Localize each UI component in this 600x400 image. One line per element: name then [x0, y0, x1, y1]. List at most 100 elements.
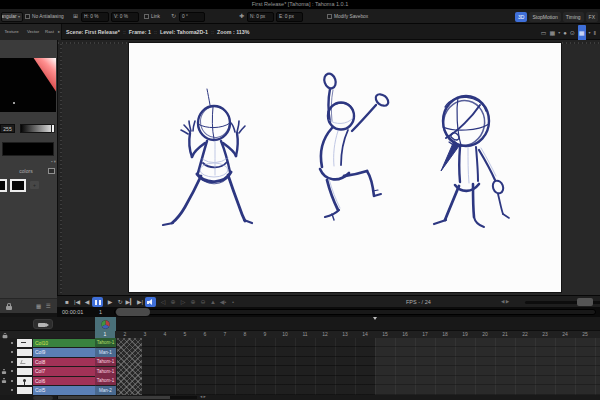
frame-number-21[interactable]: 21: [495, 331, 515, 338]
scale-v-field[interactable]: V: 0 %: [111, 12, 139, 22]
more-tabs-button[interactable]: ▸: [56, 24, 62, 40]
frame-number-17[interactable]: 17: [415, 331, 435, 338]
frame-number-23[interactable]: 23: [535, 331, 555, 338]
scale-h-field[interactable]: H: 0 %: [81, 12, 109, 22]
color-swatch-selected[interactable]: [10, 179, 26, 192]
frame-number-11[interactable]: 11: [295, 331, 315, 338]
column-name-bar[interactable]: Col8: [33, 358, 95, 367]
selection-type-dropdown[interactable]: ▾ Rectangular: [1, 12, 23, 22]
safe-area-icon[interactable]: ●: [563, 25, 567, 41]
table-icon[interactable]: ▦: [549, 25, 555, 41]
frame-number-18[interactable]: 18: [435, 331, 455, 338]
locator-icon[interactable]: ◀•: [218, 297, 228, 307]
value-slider[interactable]: [20, 124, 55, 133]
color-picker-square[interactable]: [0, 58, 56, 112]
value-field[interactable]: 255: [0, 124, 15, 133]
column-name-bar[interactable]: Col9: [33, 348, 95, 357]
rotation-field[interactable]: 0 °: [179, 12, 205, 22]
frame-number-13[interactable]: 13: [335, 331, 355, 338]
column-status-dot[interactable]: [11, 380, 13, 382]
first-frame-icon[interactable]: |◀: [72, 297, 82, 307]
loop-icon[interactable]: ↻: [115, 297, 125, 307]
level-cell[interactable]: Man-2: [95, 386, 116, 395]
freeze-icon[interactable]: ‖: [594, 25, 596, 41]
column-thumbnail[interactable]: [17, 387, 32, 395]
column-thumbnail[interactable]: [17, 368, 32, 376]
frame-number-5[interactable]: 5: [175, 331, 195, 338]
tab-vector[interactable]: Vector: [23, 24, 43, 40]
new-style-button[interactable]: +: [30, 181, 39, 189]
next-step-icon[interactable]: ▶▎: [125, 297, 135, 307]
link-checkbox[interactable]: [144, 14, 149, 19]
current-frame-cell[interactable]: [95, 317, 116, 331]
color-swatch[interactable]: [0, 179, 7, 192]
value-slider-handle[interactable]: [51, 124, 55, 133]
field-guide-icon[interactable]: ⊙: [570, 25, 575, 41]
camstand-view-icon[interactable]: ▦: [578, 25, 586, 41]
list-view-icon[interactable]: ☰: [46, 299, 51, 314]
level-cell[interactable]: Man-1: [95, 348, 116, 357]
frame-number-1[interactable]: 1: [95, 331, 115, 338]
column-name-bar[interactable]: Col7: [33, 367, 95, 376]
flip-y-icon[interactable]: ▷: [178, 297, 188, 307]
column-status-dot[interactable]: [11, 389, 13, 391]
frame-number-3[interactable]: 3: [135, 331, 155, 338]
histogram-icon[interactable]: ▲: [208, 297, 218, 307]
lock-icon[interactable]: [3, 332, 8, 338]
reset-view-icon[interactable]: ⊕: [168, 297, 178, 307]
room-tab-stopmotion[interactable]: StopMotion: [529, 12, 560, 22]
level-cell[interactable]: Tahom-1: [95, 357, 116, 366]
room-tab-timing[interactable]: Timing: [563, 12, 584, 22]
zoom-out-icon[interactable]: ⊖: [198, 297, 208, 307]
frame-number-25[interactable]: 25: [575, 331, 595, 338]
frame-number-2[interactable]: 2: [115, 331, 135, 338]
drawing-canvas[interactable]: [129, 43, 561, 292]
frame-number-10[interactable]: 10: [275, 331, 295, 338]
modify-savebox-checkbox[interactable]: [327, 14, 332, 19]
column-thumbnail[interactable]: [17, 339, 32, 347]
frame-number-22[interactable]: 22: [515, 331, 535, 338]
level-cell[interactable]: Tahom-1: [95, 338, 116, 347]
column-name-bar[interactable]: Col10: [33, 339, 95, 348]
frame-number-4[interactable]: 4: [155, 331, 175, 338]
flip-x-icon[interactable]: ◁: [158, 297, 168, 307]
column-status-dot[interactable]: [11, 351, 13, 353]
blank-frame-icon[interactable]: ■: [62, 297, 72, 307]
frame-number-8[interactable]: 8: [235, 331, 255, 338]
column-status-dot[interactable]: [11, 342, 13, 344]
scrollbar-arrows[interactable]: ◂ ▸: [200, 394, 206, 399]
play-icon[interactable]: ▶: [105, 297, 115, 307]
fps-slider-handle[interactable]: [577, 298, 593, 306]
options-icon[interactable]: •: [228, 297, 238, 307]
frame-slider-handle[interactable]: [116, 308, 150, 316]
tab-raster[interactable]: Rast: [43, 24, 56, 40]
frame-number-26[interactable]: 26: [595, 331, 600, 338]
viewer-panel[interactable]: [57, 40, 600, 295]
no-antialiasing-checkbox[interactable]: [25, 14, 30, 19]
column-name-bar[interactable]: Col5: [33, 386, 95, 395]
frame-number-19[interactable]: 19: [455, 331, 475, 338]
scrollbar-handle[interactable]: [58, 396, 170, 400]
frame-number-16[interactable]: 16: [395, 331, 415, 338]
level-cell[interactable]: Tahom-1: [95, 376, 116, 385]
position-n-field[interactable]: N: 0 px: [247, 12, 274, 22]
camera-view-icon[interactable]: ▭: [541, 25, 547, 41]
scroll-pill-button[interactable]: [33, 396, 53, 400]
frame-number-15[interactable]: 15: [375, 331, 395, 338]
lock-icon[interactable]: [6, 303, 12, 310]
pause-icon[interactable]: [92, 297, 103, 307]
column-thumbnail[interactable]: [17, 349, 32, 357]
room-tab-fx[interactable]: FX: [586, 12, 598, 22]
last-frame-icon[interactable]: ▶|: [135, 297, 145, 307]
level-cell[interactable]: Tahom-1: [95, 367, 116, 376]
position-e-field[interactable]: E: 0 px: [276, 12, 303, 22]
dropdown-caret-icon[interactable]: ▾: [558, 25, 560, 41]
frame-number-14[interactable]: 14: [355, 331, 375, 338]
palette-options-icon[interactable]: [48, 168, 55, 174]
column-status-dot[interactable]: [11, 370, 13, 372]
sound-icon[interactable]: [145, 297, 156, 307]
frame-number-7[interactable]: 7: [215, 331, 235, 338]
frame-number-6[interactable]: 6: [195, 331, 215, 338]
frame-number-9[interactable]: 9: [255, 331, 275, 338]
column-thumbnail[interactable]: [17, 358, 32, 366]
